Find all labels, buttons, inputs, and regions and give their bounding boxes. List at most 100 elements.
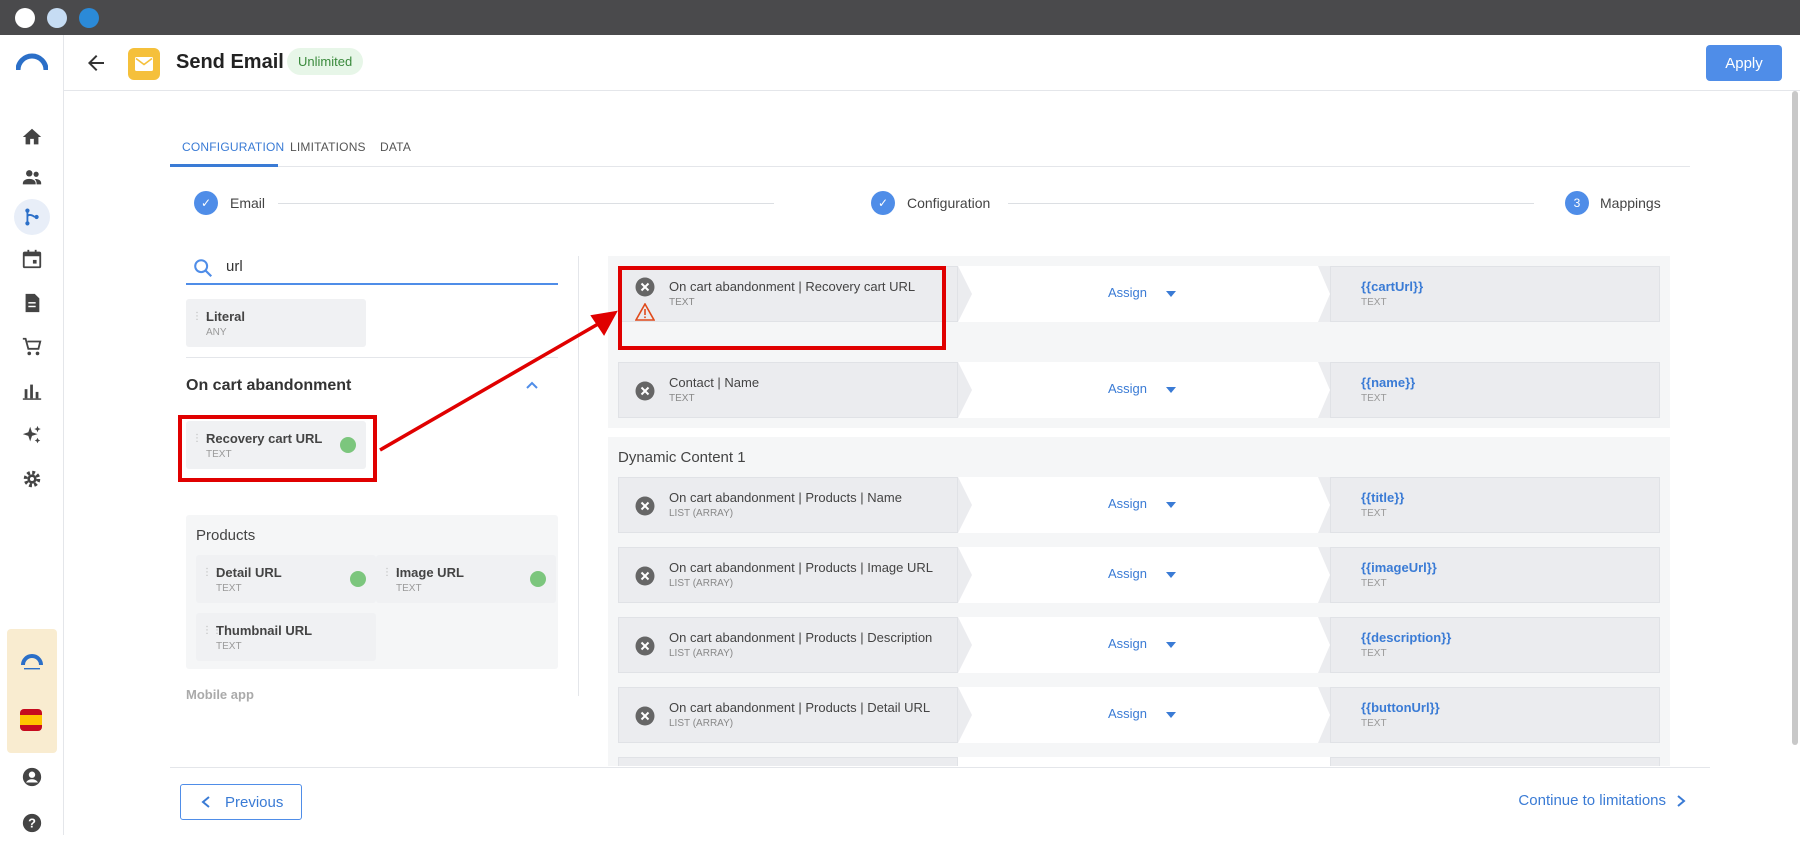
document-icon[interactable] <box>14 285 50 321</box>
mapping-target[interactable]: {{imageUrl}} TEXT <box>1330 547 1660 603</box>
warning-icon <box>635 303 655 321</box>
fields-panel: ⋮⋮ Literal ANY On cart abandonment ⋮⋮ Re… <box>186 251 558 771</box>
chevron-up-icon[interactable] <box>524 378 540 394</box>
caret-down-icon[interactable] <box>1166 572 1176 578</box>
group-mobile-app[interactable]: Mobile app <box>186 687 254 702</box>
mapping-target[interactable] <box>1330 757 1660 766</box>
drag-handle-icon[interactable]: ⋮⋮ <box>202 626 222 643</box>
mapping-action[interactable]: Assign <box>958 547 1330 603</box>
remove-icon[interactable] <box>635 636 655 656</box>
step-mappings[interactable]: Mappings <box>1600 195 1661 211</box>
field-name: Literal <box>206 309 246 324</box>
window-minimize-button[interactable] <box>47 8 67 28</box>
remove-icon[interactable] <box>635 566 655 586</box>
group-title: On cart abandonment <box>186 377 352 394</box>
target-type: TEXT <box>1361 297 1387 308</box>
previous-button[interactable]: Previous <box>180 784 302 820</box>
caret-down-icon[interactable] <box>1166 712 1176 718</box>
remove-icon[interactable] <box>635 381 655 401</box>
tab-limitations[interactable]: LIMITATIONS <box>290 140 366 154</box>
chevron-right-icon[interactable] <box>1676 795 1686 807</box>
source-field-name: On cart abandonment | Products | Name <box>669 490 902 505</box>
source-field-name: On cart abandonment | Products | Descrip… <box>669 630 933 645</box>
ai-sparkle-icon[interactable] <box>14 417 50 453</box>
products-group: Products ⋮⋮ Detail URL TEXT ⋮⋮ Image URL… <box>186 515 558 669</box>
search-input[interactable] <box>226 258 526 275</box>
mapping-source[interactable]: On cart abandonment | Products | Name LI… <box>618 477 958 533</box>
field-chip-literal[interactable]: ⋮⋮ Literal ANY <box>186 299 366 347</box>
settings-gear-icon[interactable] <box>14 461 50 497</box>
user-profile-icon[interactable] <box>14 759 50 795</box>
mapping-action[interactable] <box>958 757 1330 766</box>
analytics-icon[interactable] <box>14 373 50 409</box>
step-configuration[interactable]: Configuration <box>907 195 990 211</box>
drag-handle-icon[interactable]: ⋮⋮ <box>382 568 402 585</box>
assign-dropdown[interactable]: Assign <box>1108 566 1147 581</box>
assign-dropdown[interactable]: Assign <box>1108 381 1147 396</box>
window-maximize-button[interactable] <box>79 8 99 28</box>
mapping-action[interactable]: Assign <box>958 266 1330 322</box>
window-close-button[interactable] <box>15 8 35 28</box>
mapping-target[interactable]: {{cartUrl}} TEXT <box>1330 266 1660 322</box>
mapping-action[interactable]: Assign <box>958 617 1330 673</box>
remove-icon[interactable] <box>635 496 655 516</box>
caret-down-icon[interactable] <box>1166 387 1176 393</box>
app-logo-icon[interactable] <box>16 53 48 71</box>
mapping-source[interactable]: On cart abandonment | Products | Image U… <box>618 547 958 603</box>
mapping-target[interactable]: {{buttonUrl}} TEXT <box>1330 687 1660 743</box>
help-icon[interactable]: ? <box>14 805 50 841</box>
mapping-action[interactable]: Assign <box>958 362 1330 418</box>
remove-icon[interactable] <box>635 706 655 726</box>
mapping-source[interactable]: On cart abandonment | Products | Detail … <box>618 687 958 743</box>
cart-icon[interactable] <box>14 329 50 365</box>
source-field-type: LIST (ARRAY) <box>669 648 734 659</box>
search-field[interactable] <box>186 251 558 285</box>
assign-dropdown[interactable]: Assign <box>1108 285 1147 300</box>
back-arrow-icon[interactable] <box>84 51 108 75</box>
search-icon <box>194 259 213 278</box>
mapping-source[interactable]: On cart abandonment | Products | Descrip… <box>618 617 958 673</box>
contacts-icon[interactable] <box>14 159 50 195</box>
assign-dropdown[interactable]: Assign <box>1108 636 1147 651</box>
continue-link[interactable]: Continue to limitations <box>1518 792 1666 809</box>
arrow-shape <box>958 617 972 673</box>
field-name: Detail URL <box>216 565 282 580</box>
mapping-target[interactable]: {{title}} TEXT <box>1330 477 1660 533</box>
assign-dropdown[interactable]: Assign <box>1108 706 1147 721</box>
source-field-name: On cart abandonment | Products | Image U… <box>669 560 933 575</box>
assign-dropdown[interactable]: Assign <box>1108 496 1147 511</box>
tab-configuration[interactable]: CONFIGURATION <box>182 140 284 154</box>
mapping-source[interactable] <box>618 757 958 766</box>
target-variable: {{title}} <box>1361 490 1405 505</box>
caret-down-icon[interactable] <box>1166 502 1176 508</box>
step-email[interactable]: Email <box>230 195 265 211</box>
window-titlebar <box>0 0 1800 35</box>
field-chip-detail-url[interactable]: ⋮⋮ Detail URL TEXT <box>196 555 376 603</box>
home-icon[interactable] <box>14 119 50 155</box>
chevron-left-icon <box>201 796 210 808</box>
tab-data[interactable]: DATA <box>380 140 411 154</box>
mapping-action[interactable]: Assign <box>958 687 1330 743</box>
mapping-target[interactable]: {{description}} TEXT <box>1330 617 1660 673</box>
mapping-target[interactable]: {{name}} TEXT <box>1330 362 1660 418</box>
arrow-shape <box>1318 547 1330 603</box>
field-chip-image-url[interactable]: ⋮⋮ Image URL TEXT <box>376 555 556 603</box>
remove-icon[interactable] <box>635 277 655 297</box>
caret-down-icon[interactable] <box>1166 642 1176 648</box>
mapping-source[interactable]: Contact | Name TEXT <box>618 362 958 418</box>
mapping-source[interactable]: On cart abandonment | Recovery cart URL … <box>618 266 958 322</box>
calendar-icon[interactable] <box>14 241 50 277</box>
caret-down-icon[interactable] <box>1166 291 1176 297</box>
drag-handle-icon[interactable]: ⋮⋮ <box>202 568 222 585</box>
field-chip-recovery-cart-url[interactable]: ⋮⋮ Recovery cart URL TEXT <box>186 421 366 469</box>
apply-button[interactable]: Apply <box>1706 45 1782 81</box>
drag-handle-icon[interactable]: ⋮⋮ <box>192 312 212 329</box>
header-bar: Send Email Unlimited Apply <box>64 35 1800 91</box>
field-chip-thumbnail-url[interactable]: ⋮⋮ Thumbnail URL TEXT <box>196 613 376 661</box>
drag-handle-icon[interactable]: ⋮⋮ <box>192 434 212 451</box>
arrow-shape <box>958 687 972 743</box>
account-switcher[interactable] <box>7 629 57 753</box>
mappings-panel: On cart abandonment | Recovery cart URL … <box>608 256 1670 766</box>
automation-flow-icon[interactable] <box>14 199 50 235</box>
mapping-action[interactable]: Assign <box>958 477 1330 533</box>
